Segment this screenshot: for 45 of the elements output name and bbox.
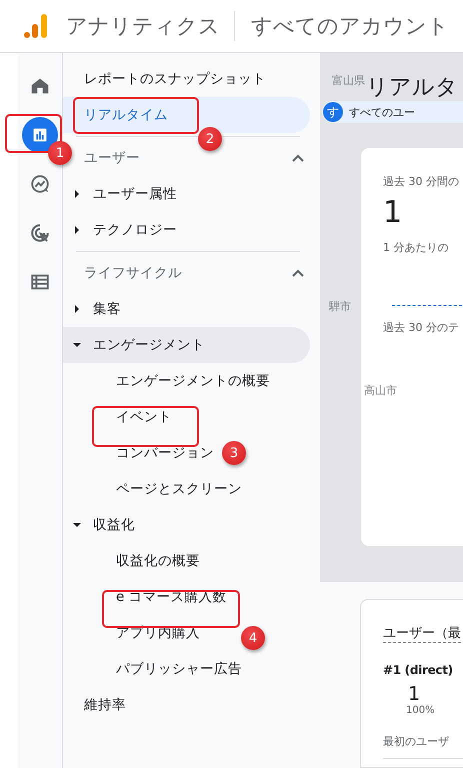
trend-chart-icon (29, 173, 51, 195)
sparkline (392, 305, 462, 306)
nav-link[interactable]: ページとスクリーン (116, 471, 248, 507)
nav-group[interactable]: テクノロジー (63, 212, 310, 248)
map-label: 高山市 (364, 383, 397, 398)
nav-link[interactable]: リアルタイム (63, 97, 310, 133)
segment-initial: す (323, 102, 343, 122)
caret-right-icon (73, 305, 81, 313)
product-name: アナリティクス (66, 13, 220, 40)
column-header: 最初のユーザ (383, 734, 449, 749)
caret-down-icon (73, 521, 81, 529)
nav-link[interactable]: 収益化の概要 (116, 543, 206, 579)
chart-label: 1 分あたりの (383, 240, 448, 255)
section-title: ユーザー (84, 149, 140, 167)
nav-group[interactable]: ユーザー属性 (63, 176, 310, 212)
nav-group[interactable]: 収益化 (63, 507, 310, 543)
section-title: ライフサイクル (84, 264, 182, 282)
nav-group[interactable]: 集客 (63, 291, 310, 327)
nav-link[interactable]: レポートのスナップショット (63, 61, 310, 97)
logo-icon (22, 12, 50, 40)
caret-down-icon (73, 341, 81, 349)
user-share: 100% (406, 705, 435, 716)
nav-link[interactable]: エンゲージメントの概要 (116, 363, 276, 399)
chart-label: 過去 30 分のテ (383, 320, 459, 335)
metric-value: 1 (383, 195, 402, 230)
account-selector[interactable]: すべてのアカウント (251, 12, 449, 40)
chevron-up-icon[interactable] (292, 154, 304, 162)
nav-link[interactable]: イベント (116, 399, 178, 435)
top-source: #1 (direct) (383, 663, 453, 677)
metric-label: 過去 30 分間の (383, 174, 459, 189)
map-label: 騨市 (329, 299, 351, 314)
rail-button[interactable] (22, 117, 58, 153)
caret-right-icon (73, 190, 81, 198)
map-label: 富山県 (332, 73, 365, 88)
nav-link[interactable]: 維持率 (63, 687, 310, 723)
user-count: 1 (408, 683, 420, 705)
card-title: ユーザー（最 (383, 624, 461, 643)
nav-link[interactable]: コンバージョン (116, 435, 220, 471)
chevron-up-icon[interactable] (292, 269, 304, 277)
page-title: リアルタ (366, 74, 459, 101)
target-cursor-icon (29, 222, 51, 244)
nav-group[interactable]: エンゲージメント (63, 327, 310, 363)
segment-chip[interactable]: す すべてのユー (322, 101, 463, 123)
nav-link[interactable]: パブリッシャー広告 (116, 651, 248, 687)
caret-right-icon (73, 226, 81, 234)
